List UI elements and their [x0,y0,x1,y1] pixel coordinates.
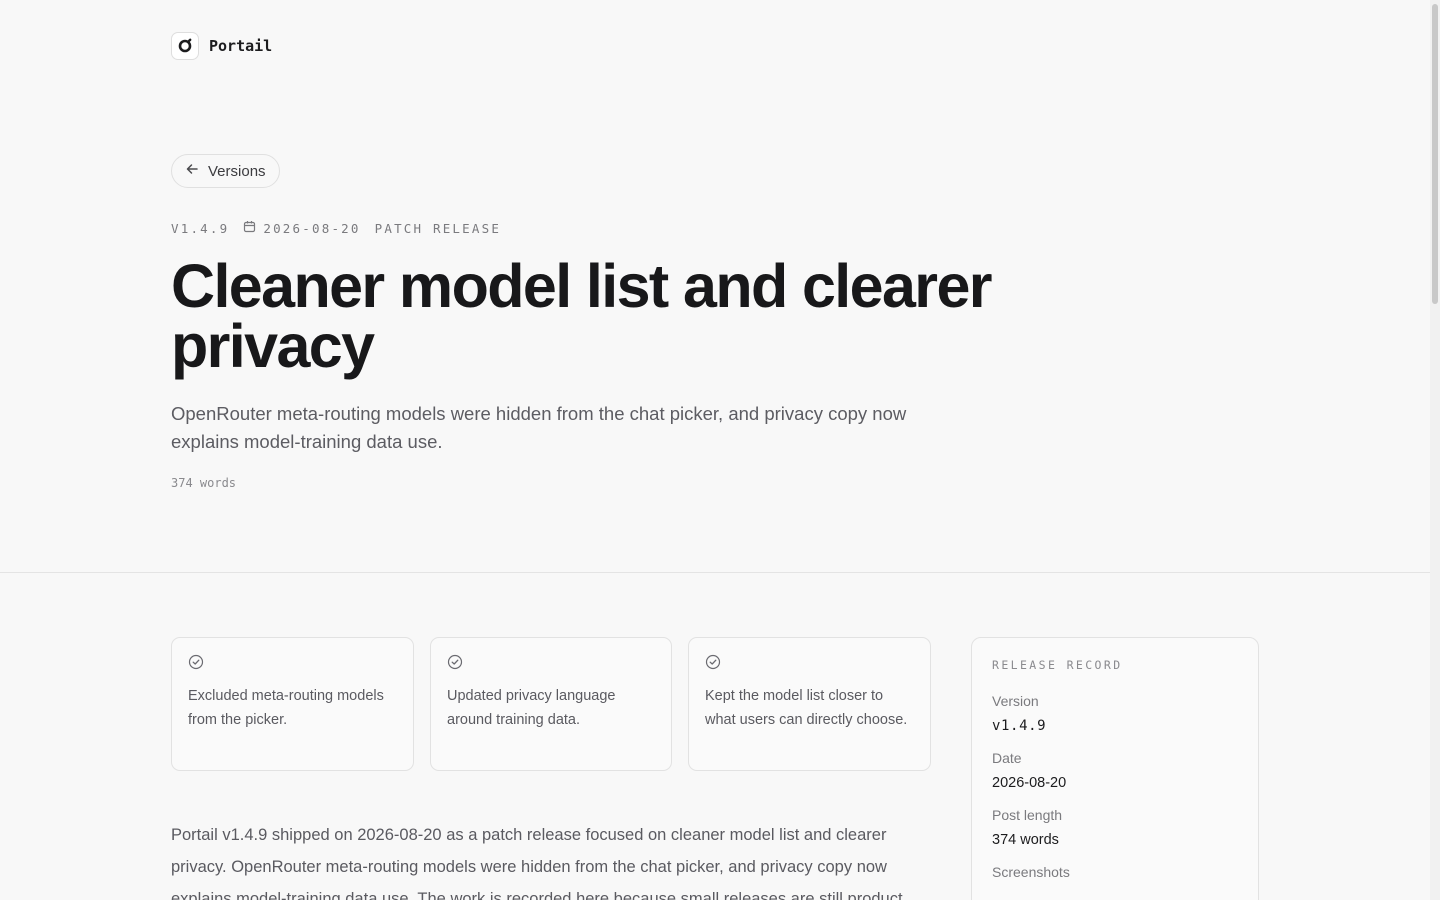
release-date: 2026-08-20 [243,220,360,236]
highlight-card: Excluded meta-routing models from the pi… [171,637,414,771]
check-circle-icon [447,654,463,670]
highlight-card: Kept the model list closer to what users… [688,637,931,771]
record-row-screenshots: Screenshots [992,863,1238,881]
record-value: 2026-08-20 [992,775,1067,791]
brand[interactable]: Portail [171,32,272,60]
release-meta: V1.4.9 2026-08-20 PATCH RELEASE [171,220,501,236]
version-tag: V1.4.9 [171,220,230,236]
calendar-icon [243,220,256,236]
record-label: Screenshots [992,864,1070,880]
record-row-version: Version v1.4.9 [992,692,1238,735]
page-title: Cleaner model list and clearer privacy [171,252,993,380]
portail-logo-icon [171,32,199,60]
page-subtitle: OpenRouter meta-routing models were hidd… [171,403,907,452]
record-label: Date [992,750,1022,766]
release-date-text: 2026-08-20 [263,220,361,236]
record-label: Post length [992,807,1063,823]
record-value: v1.4.9 [992,718,1047,734]
page-scrollbar[interactable] [1430,0,1440,900]
highlight-text: Updated privacy language around training… [447,688,616,728]
back-to-versions-button[interactable]: Versions [171,154,280,188]
release-record-panel: RELEASE RECORD Version v1.4.9 Date 2026-… [971,637,1259,900]
back-button-label: Versions [208,162,266,180]
release-type: PATCH RELEASE [374,220,502,236]
highlight-text: Kept the model list closer to what users… [705,688,908,728]
record-value: 374 words [992,832,1059,848]
word-count: 374 words [171,476,237,490]
release-record-heading: RELEASE RECORD [992,658,1123,672]
highlight-text: Excluded meta-routing models from the pi… [188,688,384,728]
check-circle-icon [705,654,721,670]
release-body-paragraph: Portail v1.4.9 shipped on 2026-08-20 as … [171,826,903,900]
highlight-card: Updated privacy language around training… [430,637,672,771]
record-label: Version [992,693,1039,709]
record-row-post-length: Post length 374 words [992,806,1238,849]
section-divider [0,572,1430,573]
record-row-date: Date 2026-08-20 [992,749,1238,792]
scrollbar-thumb[interactable] [1432,4,1438,304]
brand-name: Portail [209,37,273,55]
arrow-left-icon [185,162,199,181]
check-circle-icon [188,654,204,670]
page: Portail Versions V1.4.9 2026-08-20 PATCH… [0,0,1440,900]
